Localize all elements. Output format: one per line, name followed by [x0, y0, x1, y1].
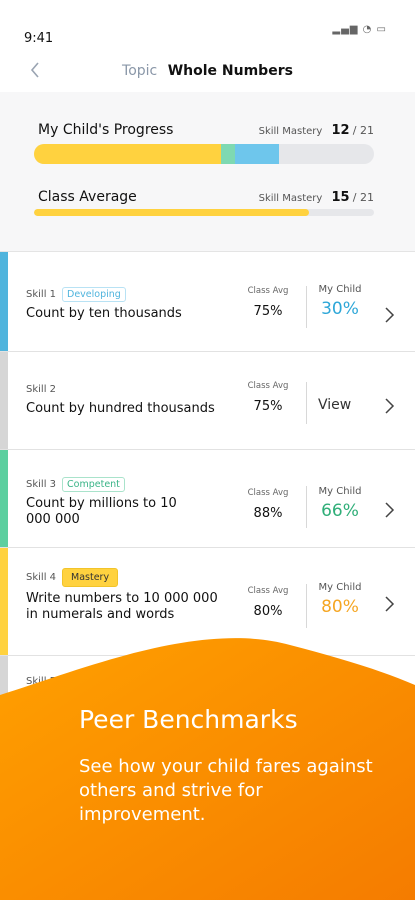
skill-name: Count by hundred thousands [26, 401, 215, 416]
chevron-right-icon[interactable] [382, 500, 396, 520]
my-child-progress-label: My Child's Progress [38, 122, 174, 138]
class-avg-label: Class Avg [247, 488, 289, 498]
class-avg-value: 75% [253, 304, 283, 319]
my-child-value: 66% [321, 501, 359, 521]
my-child-label: My Child [318, 486, 362, 497]
my-child: My Child 66% [310, 486, 370, 521]
topic-value: Whole Numbers [167, 63, 293, 79]
skill-name: Count by millions to 10 000 000 [26, 496, 177, 527]
class-avg-value: 88% [253, 506, 283, 521]
my-child-label: My Child [318, 582, 362, 593]
skill-accent [0, 450, 8, 547]
status-time: 9:41 [24, 31, 54, 46]
class-average-fill [34, 209, 310, 216]
skill-mastery-label: Skill Mastery [258, 126, 323, 137]
class-average-mastery: Skill Mastery 15 / 21 [259, 190, 374, 205]
signal-icon: ▂▄▆ ◔ ▭ [332, 24, 387, 35]
my-child-value: 30% [321, 299, 359, 319]
progress-segment [234, 144, 279, 164]
status-bar: 9:41 ▂▄▆ ◔ ▭ [0, 0, 415, 52]
skill-header: Skill 4 Mastery [26, 568, 119, 587]
divider [306, 486, 307, 528]
class-average-progress-bar [34, 209, 374, 216]
nav-header: Topic Whole Numbers [0, 52, 415, 92]
skill-accent [0, 352, 8, 449]
promo-text: See how your child fares against others … [79, 756, 373, 825]
class-avg: Class Avg 75% [243, 286, 293, 319]
my-child-label: My Child [318, 284, 362, 295]
status-badge: Mastery [62, 568, 119, 587]
skill-header: Skill 1 Developing [26, 287, 126, 302]
chevron-right-icon[interactable] [382, 305, 396, 325]
progress-segment [34, 144, 221, 164]
skill-mastery-label: Skill Mastery [258, 193, 323, 204]
my-child-mastery: Skill Mastery 12 / 21 [259, 123, 374, 138]
progress-summary: My Child's Progress Skill Mastery 12 / 2… [0, 92, 415, 252]
topic-label: Topic [122, 63, 158, 79]
skill-row-3[interactable]: Skill 3 Competent Count by millions to 1… [0, 450, 415, 548]
my-child: My Child 30% [310, 284, 370, 319]
chevron-right-icon[interactable] [382, 396, 396, 416]
my-child-progress-bar [34, 144, 374, 164]
skill-header: Skill 2 [26, 384, 56, 395]
my-child-mastery-total: / 21 [352, 124, 374, 137]
status-badge: Developing [62, 287, 126, 302]
skill-row-1[interactable]: Skill 1 Developing Count by ten thousand… [0, 252, 415, 352]
divider [306, 382, 307, 424]
orange-wave-background [0, 638, 415, 900]
skill-number: Skill 4 [26, 572, 57, 583]
class-average-mastery-total: / 21 [352, 191, 374, 204]
promo-banner: Peer Benchmarks See how your child fares… [0, 600, 415, 900]
progress-segment [221, 144, 235, 164]
skill-number: Skill 3 [26, 479, 57, 490]
page-title: Topic Whole Numbers [0, 63, 415, 79]
view-link[interactable]: View [318, 397, 351, 413]
class-avg-label: Class Avg [247, 586, 289, 596]
class-average-label: Class Average [38, 189, 137, 205]
skill-accent [0, 252, 8, 351]
status-badge: Competent [62, 477, 125, 492]
skill-name: Count by ten thousands [26, 306, 182, 321]
class-avg-label: Class Avg [247, 381, 289, 391]
skill-header: Skill 3 Competent [26, 477, 125, 492]
class-avg: Class Avg 88% [243, 488, 293, 521]
skill-number: Skill 1 [26, 289, 57, 300]
divider [306, 286, 307, 328]
skill-row-2[interactable]: Skill 2 Count by hundred thousands Class… [0, 352, 415, 450]
promo-title: Peer Benchmarks [79, 705, 298, 734]
my-child-mastery-count: 12 [331, 123, 350, 138]
class-avg-label: Class Avg [247, 286, 289, 296]
class-avg: Class Avg 75% [243, 381, 293, 414]
skill-number: Skill 2 [26, 384, 57, 395]
class-avg-value: 75% [253, 399, 283, 414]
class-average-mastery-count: 15 [331, 190, 350, 205]
